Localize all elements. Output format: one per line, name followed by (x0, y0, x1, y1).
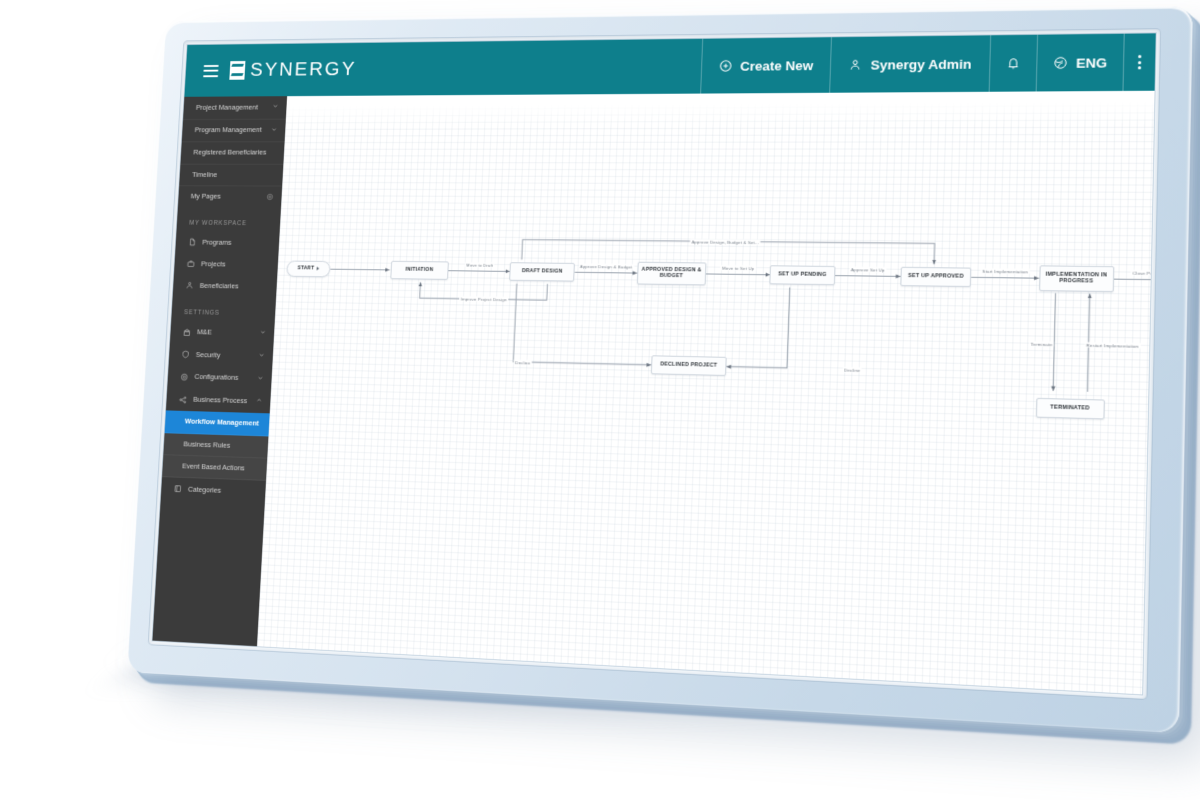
workflow-canvas[interactable]: START INITIATION DRAFT DESIGN APPROVED D… (257, 91, 1155, 695)
bell-icon (1006, 56, 1021, 70)
bank-icon (183, 328, 191, 337)
workflow-node-start[interactable]: START (286, 260, 331, 277)
hamburger-menu-icon[interactable] (203, 64, 219, 77)
user-menu-button[interactable]: Synergy Admin (829, 35, 990, 93)
node-label: TERMINATED (1050, 404, 1090, 412)
workflow-node-implementation-in-progress[interactable]: IMPLEMENTATION IN PROGRESS (1038, 265, 1115, 292)
sidebar-item-beneficiaries[interactable]: Beneficiaries (173, 275, 278, 298)
workflow-node-draft-design[interactable]: DRAFT DESIGN (509, 262, 576, 282)
kebab-menu-icon (1137, 54, 1142, 70)
sidebar-item-label: Event Based Actions (182, 461, 245, 473)
share-nodes-icon (179, 395, 187, 404)
sidebar-section-my-workspace: MY WORKSPACE (189, 220, 247, 228)
synergy-logo-mark-icon (229, 61, 245, 80)
monitor-mockup: SYNERGY Create New Synergy Admin ENG Pro… (127, 6, 1193, 733)
node-label: IMPLEMENTATION IN PROGRESS (1045, 271, 1108, 286)
sidebar-item-program-management[interactable]: Program Management (181, 119, 286, 143)
monitor-screen: SYNERGY Create New Synergy Admin ENG Pro… (152, 33, 1155, 694)
node-label: START (297, 265, 315, 272)
sidebar-item-label: Business Process (192, 395, 248, 406)
edge-label-approve-design-budget: Approve Design & Budget (578, 263, 634, 270)
edge-label-approve-set-up: Approve Set Up (849, 266, 887, 273)
sidebar-item-timeline[interactable]: Timeline (179, 164, 284, 187)
more-options-button[interactable] (1122, 33, 1156, 91)
workflow-diagram[interactable]: START INITIATION DRAFT DESIGN APPROVED D… (257, 91, 1155, 695)
app-body: Project Management Program Management Re… (152, 91, 1154, 695)
sidebar-item-project-management[interactable]: Project Management (183, 96, 288, 120)
sidebar-item-label: My Pages (190, 191, 221, 201)
brand-name: SYNERGY (249, 57, 357, 81)
sidebar-item-label: Security (195, 350, 221, 360)
chevron-down-icon (258, 352, 265, 361)
sidebar-item-label: Project Management (195, 102, 259, 112)
user-icon (848, 58, 863, 72)
sidebar-item-business-process[interactable]: Business Process (166, 388, 271, 413)
sidebar-item-configurations[interactable]: Configurations (167, 366, 272, 391)
chevron-up-icon (256, 397, 263, 406)
sidebar-item-label: Programs (202, 237, 232, 247)
sidebar-item-label: Timeline (191, 170, 218, 179)
workflow-edges (257, 91, 1155, 695)
node-label: DRAFT DESIGN (521, 268, 563, 275)
workflow-node-initiation[interactable]: INITIATION (389, 261, 449, 280)
node-label: DECLINED PROJECT (660, 361, 718, 370)
sidebar-item-security[interactable]: Security (169, 343, 274, 368)
edge-label-decline-right: Decline (842, 366, 862, 373)
monitor-perspective-wrap: SYNERGY Create New Synergy Admin ENG Pro… (0, 0, 1200, 800)
sidebar-item-registered-beneficiaries[interactable]: Registered Beneficiaries (180, 142, 285, 165)
synergy-logo[interactable]: SYNERGY (229, 58, 357, 82)
gear-icon (180, 373, 188, 382)
node-label: APPROVED DESIGN & BUDGET (641, 266, 702, 280)
workflow-node-declined-project[interactable]: DECLINED PROJECT (650, 355, 727, 376)
node-label: INITIATION (405, 266, 434, 274)
sidebar-item-programs[interactable]: Programs (175, 231, 279, 254)
edge-label-terminate: Terminate (1028, 341, 1055, 347)
sidebar-item-label: M&E (196, 327, 213, 337)
edge-label-move-to-draft: Move to Draft (464, 262, 495, 268)
sidebar-item-m-and-e[interactable]: M&E (170, 321, 275, 346)
sidebar-item-projects[interactable]: Projects (174, 253, 279, 276)
people-icon (185, 281, 193, 290)
notifications-button[interactable] (988, 34, 1037, 92)
sidebar-item-categories[interactable]: Categories (161, 477, 266, 503)
workflow-node-terminated[interactable]: TERMINATED (1035, 398, 1105, 420)
play-icon (316, 267, 320, 271)
sidebar-item-label: Beneficiaries (199, 280, 239, 291)
briefcase-icon (187, 260, 195, 269)
sidebar-item-my-pages[interactable]: My Pages (178, 186, 282, 208)
synergy-app: SYNERGY Create New Synergy Admin ENG Pro… (152, 33, 1155, 694)
top-header-bar: SYNERGY Create New Synergy Admin ENG (184, 33, 1156, 97)
sidebar-item-label: Categories (187, 484, 222, 495)
chevron-down-icon (272, 103, 279, 112)
document-icon (188, 238, 196, 247)
sidebar-section-settings: SETTINGS (183, 309, 220, 317)
screenshot-stage: SYNERGY Create New Synergy Admin ENG Pro… (0, 0, 1200, 800)
edge-label-approve-design-budget-setup: Approve Design, Budget & Set... (690, 238, 761, 245)
language-button[interactable]: ENG (1035, 33, 1124, 92)
sidebar-item-label: Business Rules (183, 439, 231, 450)
chevron-down-icon (257, 374, 264, 383)
globe-icon (1053, 56, 1068, 70)
list-icon (174, 484, 183, 493)
sidebar-item-label: Program Management (194, 125, 262, 135)
edge-label-improve-project-design: Improve Project Design (459, 296, 509, 302)
edge-label-decline-left: Decline (513, 359, 532, 365)
chevron-down-icon (271, 126, 278, 135)
sidebar-item-label: Registered Beneficiaries (193, 148, 267, 157)
brand-area: SYNERGY (184, 43, 375, 97)
sidebar-item-label: Projects (200, 259, 226, 269)
sidebar-item-workflow-management[interactable]: Workflow Management (164, 410, 270, 436)
language-label: ENG (1075, 54, 1108, 71)
gear-icon[interactable] (266, 193, 274, 201)
plus-circle-icon (718, 59, 732, 73)
edge-label-restart-implementation: Restart Implementation (1084, 342, 1141, 349)
chevron-down-icon (259, 329, 266, 338)
sidebar-item-label: Configurations (194, 372, 239, 383)
shield-icon (181, 350, 189, 359)
sidebar-item-label: Workflow Management (184, 416, 260, 428)
